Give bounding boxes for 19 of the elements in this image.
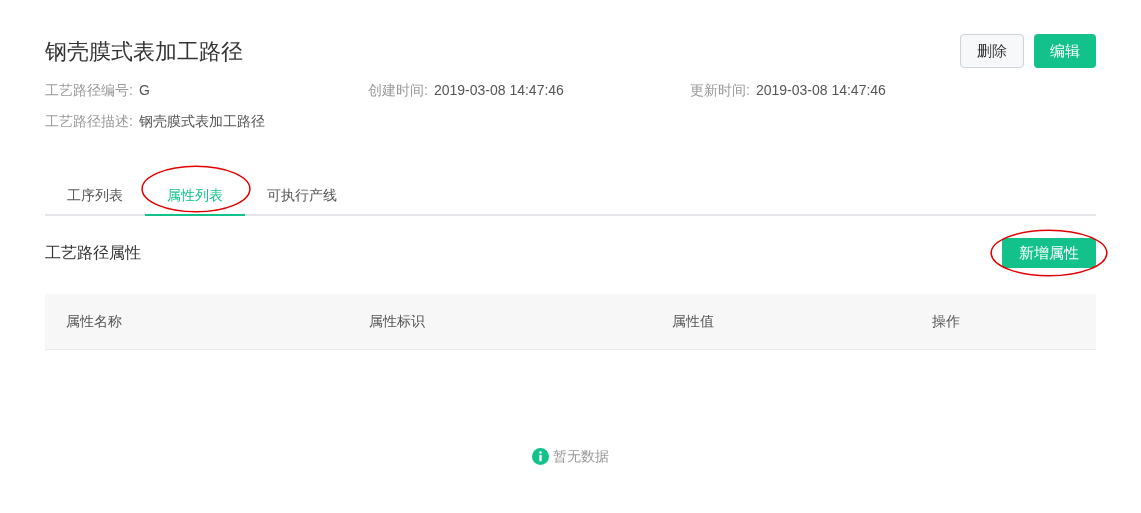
info-icon — [532, 448, 549, 465]
field-value: G — [138, 81, 150, 100]
field-label: 工艺路径编号: — [45, 81, 133, 100]
field-value: 2019-03-08 14:47:46 — [433, 81, 564, 100]
field-value: 2019-03-08 14:47:46 — [755, 81, 886, 100]
section-title: 工艺路径属性 — [45, 243, 141, 263]
field-label: 更新时间: — [690, 81, 750, 100]
delete-button[interactable]: 删除 — [960, 34, 1024, 68]
field-value: 钢壳膜式表加工路径 — [138, 112, 265, 131]
column-header: 属性值 — [672, 312, 714, 331]
column-header: 操作 — [932, 312, 960, 331]
empty-text: 暂无数据 — [553, 447, 609, 466]
column-header: 属性名称 — [66, 312, 122, 331]
field-label: 工艺路径描述: — [45, 112, 133, 131]
page-title: 钢壳膜式表加工路径 — [45, 38, 243, 66]
tab[interactable]: 可执行产线 — [245, 177, 359, 216]
tab[interactable]: 工序列表 — [45, 177, 145, 216]
field-label: 创建时间: — [368, 81, 428, 100]
column-header: 属性标识 — [369, 312, 425, 331]
